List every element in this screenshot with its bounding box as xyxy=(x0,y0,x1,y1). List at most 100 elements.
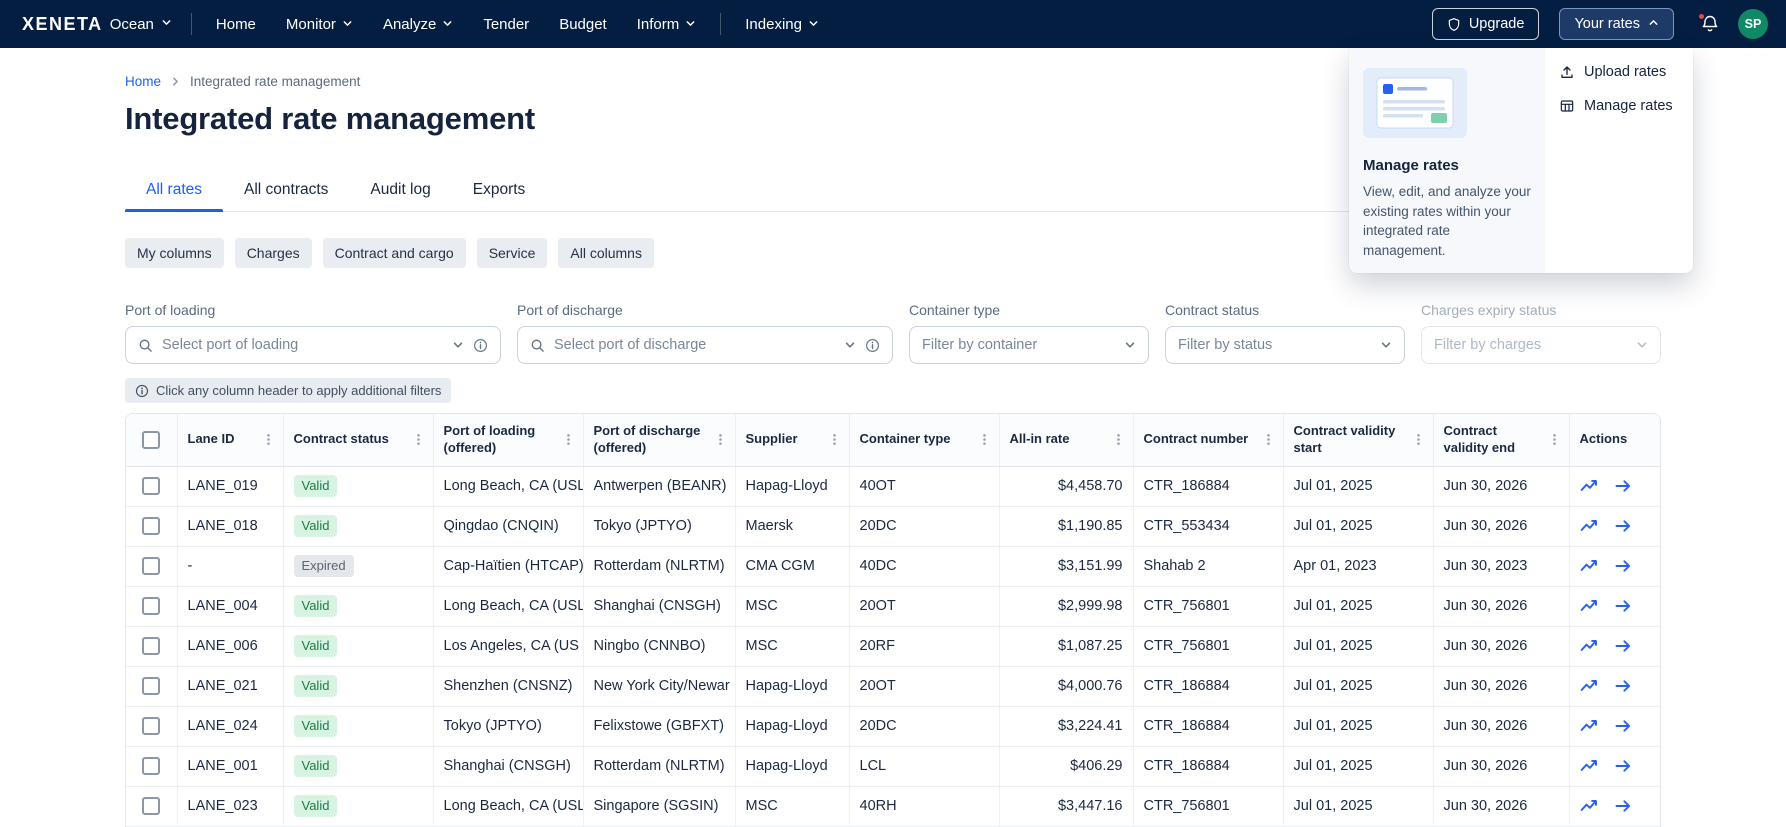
chip-my-columns[interactable]: My columns xyxy=(125,238,224,268)
row-checkbox[interactable] xyxy=(142,677,161,695)
port-of-discharge-cell: Felixstowe (GBFXT) xyxy=(583,706,736,747)
container-type-select[interactable]: Filter by container xyxy=(909,326,1149,364)
column-menu-icon[interactable] xyxy=(828,433,841,446)
nav-item-analyze[interactable]: Analyze xyxy=(368,0,468,48)
arrow-right-icon[interactable] xyxy=(1614,637,1632,655)
menu-item-upload-rates[interactable]: Upload rates xyxy=(1545,55,1693,89)
arrow-right-icon[interactable] xyxy=(1614,597,1632,615)
arrow-right-icon[interactable] xyxy=(1614,757,1632,775)
row-checkbox[interactable] xyxy=(142,637,161,655)
info-icon[interactable] xyxy=(865,338,880,353)
arrow-right-icon[interactable] xyxy=(1614,717,1632,735)
column-header-contract-number[interactable]: Contract number xyxy=(1133,414,1284,467)
arrow-right-icon[interactable] xyxy=(1614,477,1632,495)
nav-item-indexing[interactable]: Indexing xyxy=(730,0,834,48)
table-row: LANE_021 Valid Shenzhen (CNSNZ) New York Ci… xyxy=(126,666,1660,707)
column-menu-icon[interactable] xyxy=(1548,433,1561,446)
column-header-actions[interactable]: Actions xyxy=(1569,414,1660,467)
trend-icon[interactable] xyxy=(1580,797,1598,815)
column-menu-icon[interactable] xyxy=(1262,433,1275,446)
lane-id-cell: - xyxy=(177,546,284,587)
row-checkbox[interactable] xyxy=(142,597,161,615)
nav-item-inform[interactable]: Inform xyxy=(622,0,712,48)
container-type-cell: LCL xyxy=(849,746,1000,787)
nav-divider xyxy=(720,13,722,35)
column-header-lane-id[interactable]: Lane ID xyxy=(177,414,284,467)
column-menu-icon[interactable] xyxy=(1112,433,1125,446)
trend-icon[interactable] xyxy=(1580,517,1598,535)
arrow-right-icon[interactable] xyxy=(1614,677,1632,695)
trend-icon[interactable] xyxy=(1580,597,1598,615)
chip-contract-and-cargo[interactable]: Contract and cargo xyxy=(322,238,466,268)
chip-service[interactable]: Service xyxy=(476,238,548,268)
trend-icon[interactable] xyxy=(1580,717,1598,735)
contract-status-select[interactable]: Filter by status xyxy=(1165,326,1405,364)
arrow-right-icon[interactable] xyxy=(1614,517,1632,535)
column-header-label: Actions xyxy=(1579,431,1628,447)
chevron-down-icon xyxy=(1636,339,1648,351)
select-all-checkbox[interactable] xyxy=(142,430,161,449)
filter-label: Port of discharge xyxy=(517,302,623,318)
chevron-down-icon xyxy=(342,16,353,33)
trend-icon[interactable] xyxy=(1580,477,1598,495)
row-checkbox[interactable] xyxy=(142,797,161,815)
brand-logo[interactable]: XENETA Ocean xyxy=(12,14,182,35)
nav-item-budget[interactable]: Budget xyxy=(544,0,622,48)
tab-label: Exports xyxy=(472,181,526,198)
port-of-discharge-select[interactable]: Select port of discharge xyxy=(517,326,893,364)
column-menu-icon[interactable] xyxy=(412,433,425,446)
nav-item-tender[interactable]: Tender xyxy=(468,0,544,48)
chip-all-columns[interactable]: All columns xyxy=(558,238,654,268)
column-header-port-of-loading-offered[interactable]: Port of loading (offered) xyxy=(433,414,584,467)
supplier-cell: Hapag-Lloyd xyxy=(735,466,850,507)
row-checkbox[interactable] xyxy=(142,717,161,735)
breadcrumb-home-link[interactable]: Home xyxy=(125,74,161,89)
your-rates-dropdown: Manage rates View, edit, and analyze you… xyxy=(1349,48,1693,273)
nav-item-home[interactable]: Home xyxy=(201,0,271,48)
tab-all-rates[interactable]: All rates xyxy=(125,169,223,212)
upgrade-button[interactable]: Upgrade xyxy=(1431,8,1540,40)
trend-icon[interactable] xyxy=(1580,637,1598,655)
column-header-container-type[interactable]: Container type xyxy=(849,414,1000,467)
chevron-down-icon xyxy=(161,15,172,33)
column-header-contract-validity-end[interactable]: Contract validity end xyxy=(1433,414,1570,467)
column-header-supplier[interactable]: Supplier xyxy=(735,414,850,467)
row-checkbox[interactable] xyxy=(142,557,161,575)
column-menu-icon[interactable] xyxy=(1412,433,1425,446)
user-avatar[interactable]: SP xyxy=(1738,9,1768,39)
column-menu-icon[interactable] xyxy=(978,433,991,446)
info-icon[interactable] xyxy=(473,338,488,353)
arrow-right-icon[interactable] xyxy=(1614,797,1632,815)
tab-audit-log[interactable]: Audit log xyxy=(349,169,451,211)
chip-charges[interactable]: Charges xyxy=(234,238,312,268)
port-of-loading-select[interactable]: Select port of loading xyxy=(125,326,501,364)
column-header-all-in-rate[interactable]: All-in rate xyxy=(999,414,1134,467)
port-of-loading-cell: Shanghai (CNSGH) xyxy=(433,746,584,787)
row-select-cell xyxy=(126,706,178,747)
row-checkbox[interactable] xyxy=(142,477,161,495)
nav-item-monitor[interactable]: Monitor xyxy=(271,0,368,48)
arrow-right-icon[interactable] xyxy=(1614,557,1632,575)
notifications-bell-icon[interactable] xyxy=(1697,12,1720,34)
row-checkbox[interactable] xyxy=(142,517,161,535)
row-checkbox[interactable] xyxy=(142,757,161,775)
column-menu-icon[interactable] xyxy=(714,433,727,446)
your-rates-button[interactable]: Your rates xyxy=(1559,8,1674,40)
column-header-port-of-discharge-offered[interactable]: Port of discharge (offered) xyxy=(583,414,736,467)
filter-port-of-loading: Port of loading Select port of loading xyxy=(125,302,501,364)
validity-end-cell: Jun 30, 2026 xyxy=(1433,666,1570,707)
trend-icon[interactable] xyxy=(1580,557,1598,575)
upload-icon xyxy=(1559,64,1575,80)
trend-icon[interactable] xyxy=(1580,757,1598,775)
container-type-cell: 20OT xyxy=(849,666,1000,707)
tab-exports[interactable]: Exports xyxy=(452,169,547,211)
all-in-rate-cell: $3,224.41 xyxy=(999,706,1134,747)
column-header-contract-status[interactable]: Contract status xyxy=(283,414,434,467)
column-menu-icon[interactable] xyxy=(562,433,575,446)
actions-cell xyxy=(1569,466,1660,507)
trend-icon[interactable] xyxy=(1580,677,1598,695)
tab-all-contracts[interactable]: All contracts xyxy=(223,169,349,211)
column-header-contract-validity-start[interactable]: Contract validity start xyxy=(1283,414,1434,467)
column-menu-icon[interactable] xyxy=(262,433,275,446)
menu-item-manage-rates[interactable]: Manage rates xyxy=(1545,89,1693,123)
